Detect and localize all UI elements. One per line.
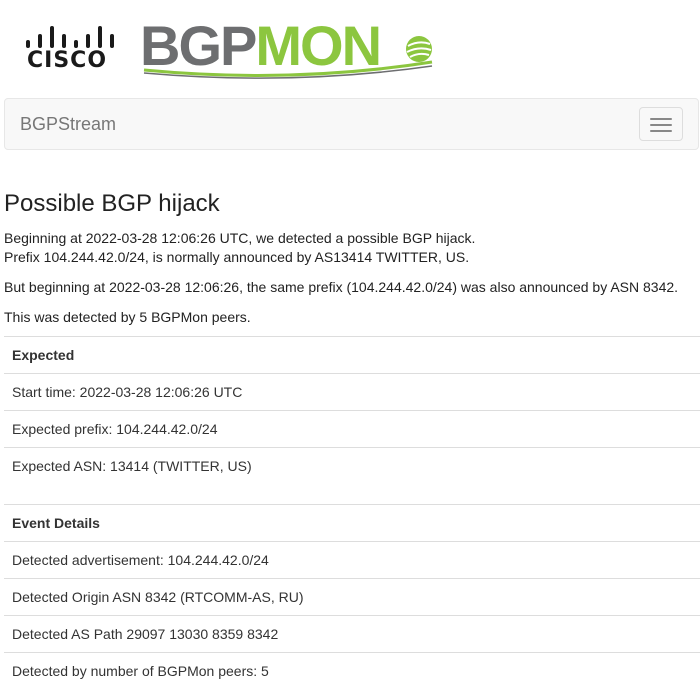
bgpmon-logo[interactable]: BGPMON	[140, 14, 440, 79]
globe-icon	[406, 36, 432, 62]
expected-asn: Expected ASN: 13414 (TWITTER, US)	[4, 447, 700, 484]
cisco-wordmark: CISCO	[27, 48, 108, 73]
alert-line-4: This was detected by 5 BGPMon peers.	[4, 309, 251, 325]
alert-line-3: But beginning at 2022-03-28 12:06:26, th…	[4, 279, 679, 295]
hamburger-bar	[650, 130, 672, 132]
hamburger-menu-icon	[650, 118, 672, 120]
hamburger-bar	[650, 124, 672, 126]
navbar: BGPStream	[4, 98, 699, 150]
expected-header: Expected	[4, 336, 700, 373]
expected-prefix: Expected prefix: 104.244.42.0/24	[4, 410, 700, 447]
page-title: Possible BGP hijack	[4, 190, 220, 217]
event-details-header: Event Details	[4, 504, 700, 541]
alert-line-1: Beginning at 2022-03-28 12:06:26 UTC, we…	[4, 230, 476, 246]
detected-advertisement: Detected advertisement: 104.244.42.0/24	[4, 541, 700, 578]
cisco-bars-icon	[24, 24, 118, 48]
alert-line-2: Prefix 104.244.42.0/24, is normally anno…	[4, 249, 470, 265]
cisco-logo[interactable]: CISCO	[24, 24, 118, 74]
navbar-brand-link[interactable]: BGPStream	[20, 114, 116, 134]
logo-bar: CISCO BGPMON	[0, 0, 700, 98]
expected-start-time: Start time: 2022-03-28 12:06:26 UTC	[4, 373, 700, 410]
hamburger-menu-button[interactable]	[639, 107, 683, 141]
detected-as-path: Detected AS Path 29097 13030 8359 8342	[4, 615, 700, 652]
swoosh-icon	[143, 60, 433, 79]
detected-origin-asn: Detected Origin ASN 8342 (RTCOMM-AS, RU)	[4, 578, 700, 615]
detected-peer-count: Detected by number of BGPMon peers: 5	[4, 652, 700, 689]
